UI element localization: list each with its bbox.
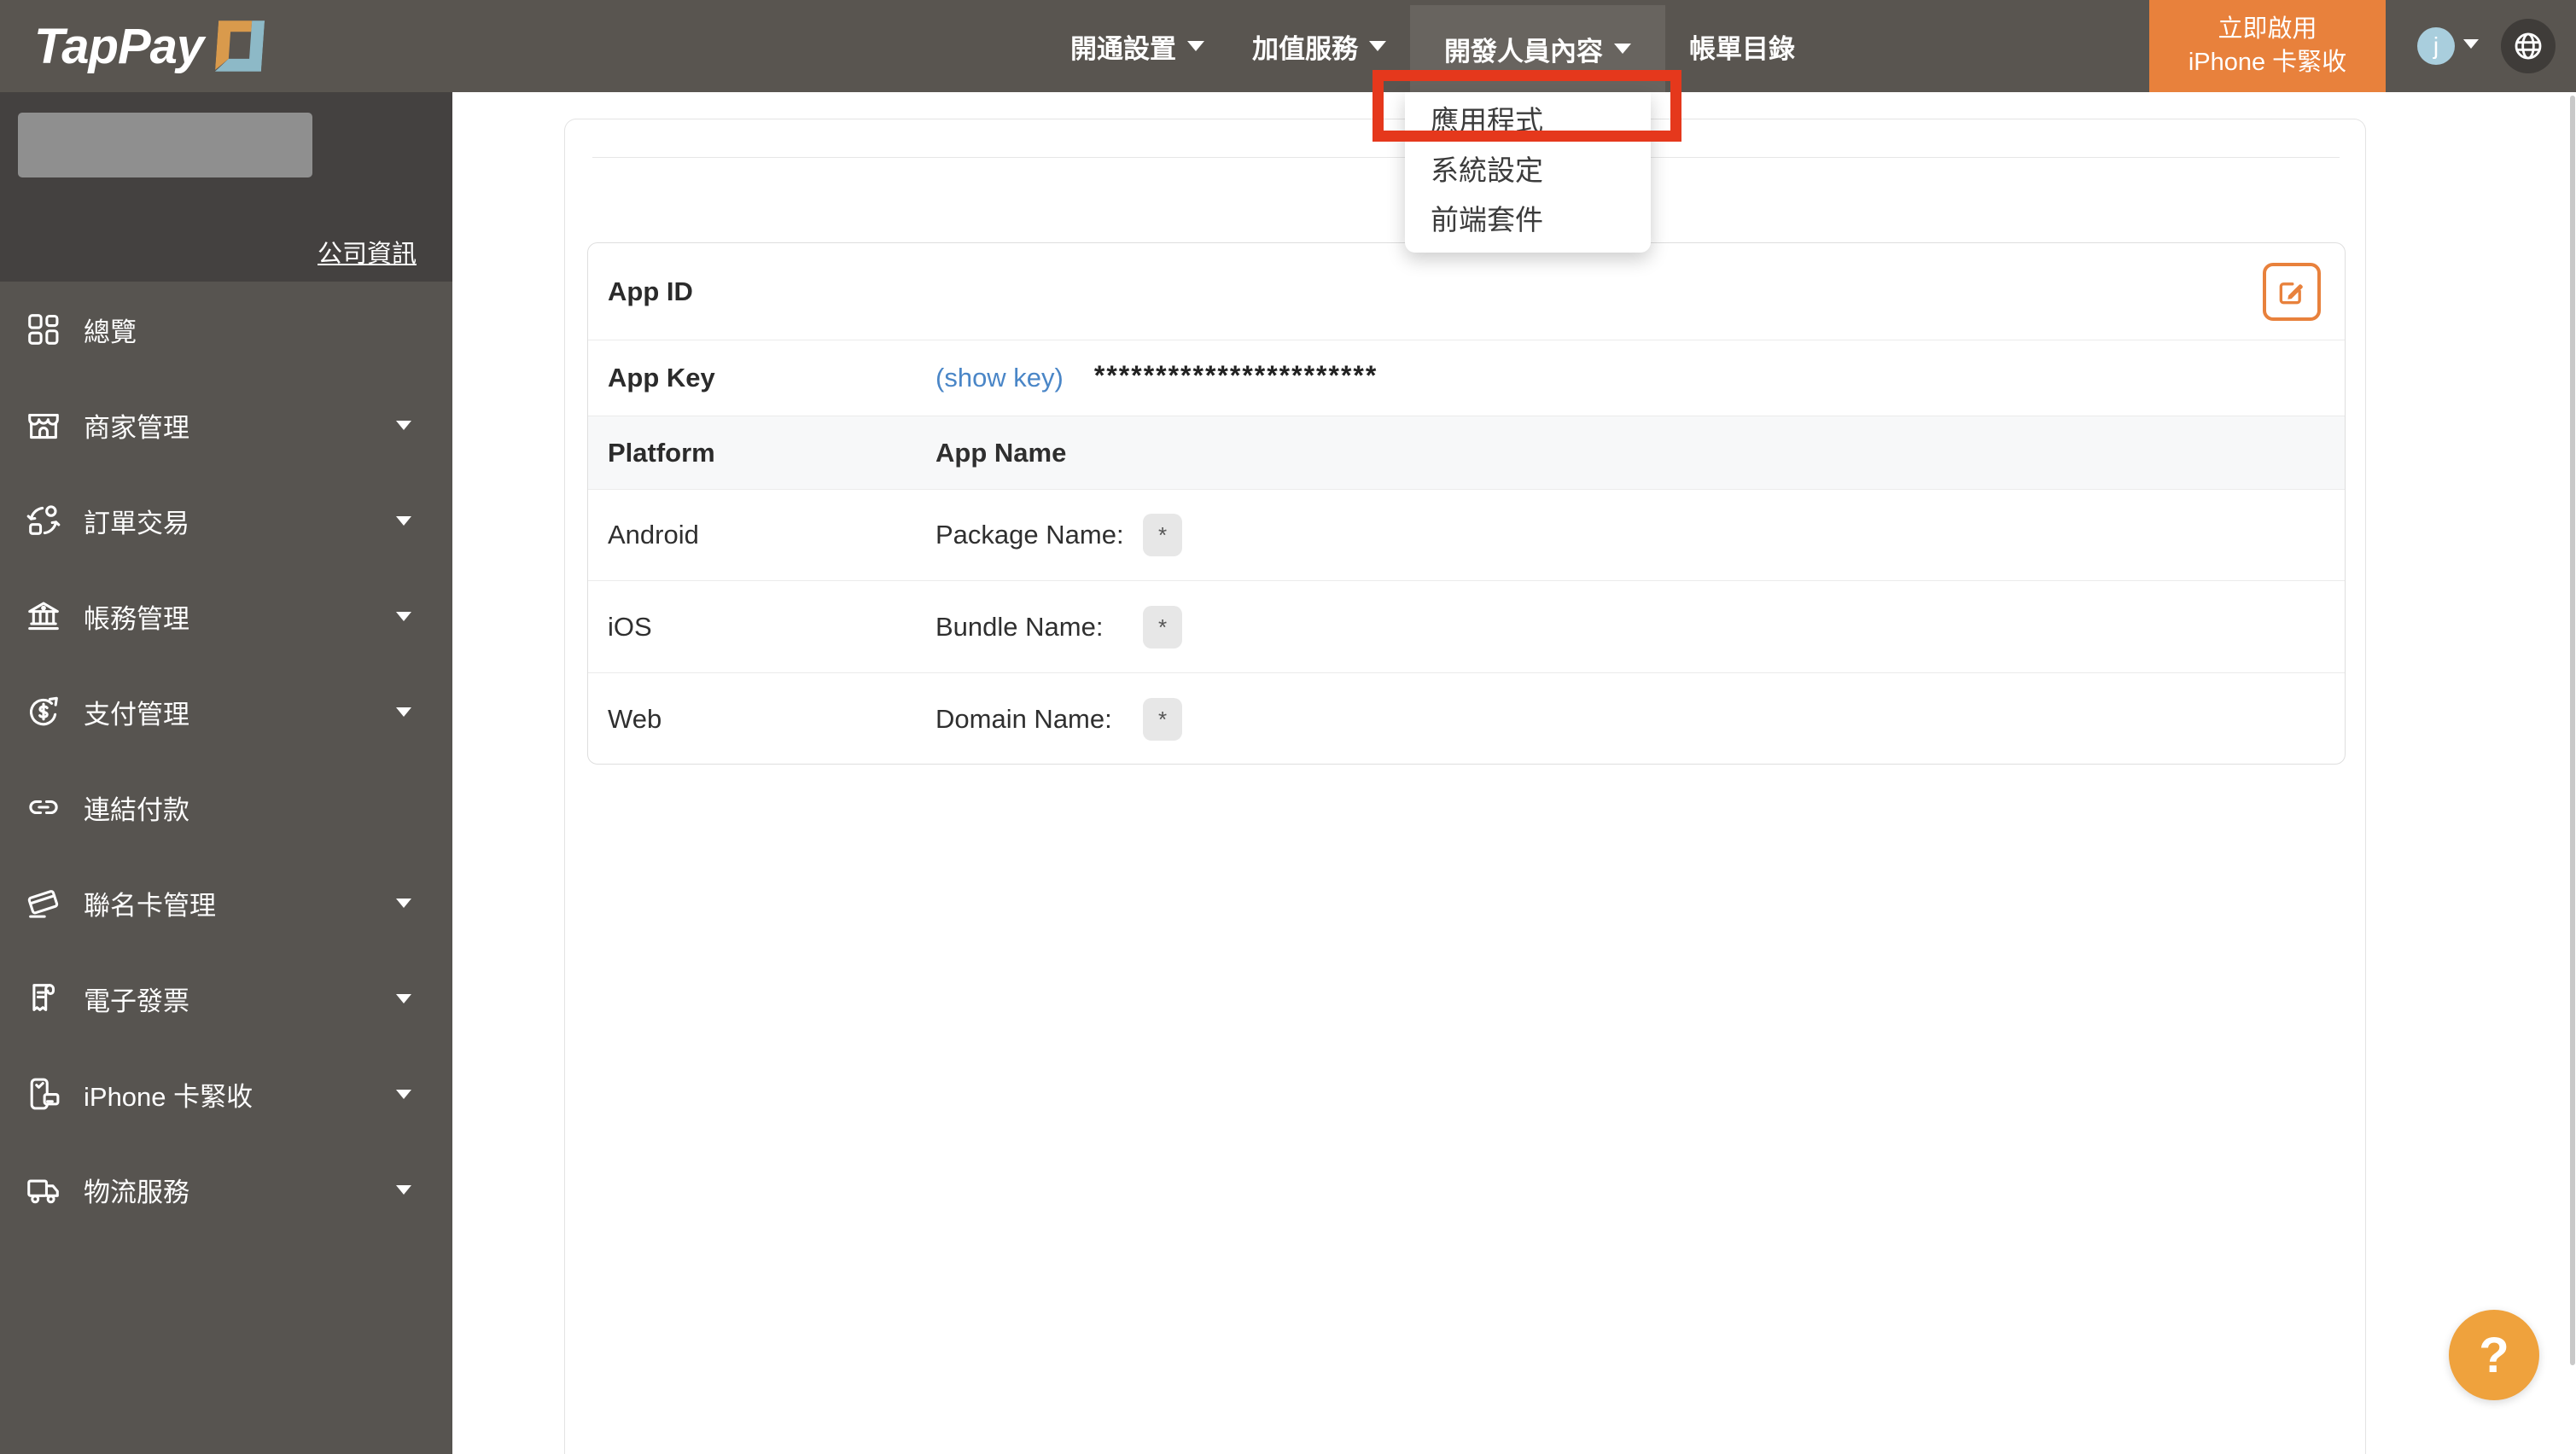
order-transactions-icon — [24, 501, 63, 540]
sidebar-item[interactable]: 物流服務 — [0, 1142, 452, 1237]
main-nav-menu: 開通設置 加值服務 開發人員內容 帳單目錄 — [1046, 0, 1819, 92]
sidebar-item[interactable]: iPhone 卡緊收 — [0, 1046, 452, 1142]
top-navbar: TapPay 開通設置 加值服務 開發人員內容 帳單目錄 立即啟用 iPhone… — [0, 0, 2576, 92]
sidebar-item[interactable]: 聯名卡管理 — [0, 855, 452, 951]
edit-app-button[interactable] — [2263, 263, 2321, 321]
dropdown-menu-item[interactable]: 應用程式 — [1405, 94, 1651, 143]
platform-row: Android Package Name: * — [588, 490, 2345, 581]
masked-value-badge: * — [1143, 514, 1182, 556]
main-panel: App ID App Key (show key) **************… — [564, 119, 2366, 1454]
chevron-down-icon — [396, 611, 411, 621]
app-key-label: App Key — [608, 363, 715, 393]
overview-grid-icon — [24, 310, 63, 349]
iphone-tap-to-pay-icon — [24, 1074, 63, 1114]
app-id-row: App ID — [588, 243, 2345, 340]
masked-value-badge: * — [1143, 605, 1182, 648]
chevron-down-icon — [396, 420, 411, 430]
redacted-company-name — [18, 113, 312, 177]
app-settings-card: App ID App Key (show key) **************… — [587, 242, 2346, 765]
edit-pencil-icon — [2279, 282, 2303, 305]
tappay-logo[interactable]: TapPay — [34, 0, 265, 92]
e-invoice-icon — [24, 979, 63, 1018]
app-key-row: App Key (show key) *********************… — [588, 340, 2345, 416]
nav-menu-item[interactable]: 開發人員內容 — [1410, 5, 1665, 92]
sidebar: 公司資訊 總覽 商家管理 訂單交易 帳務管理 支付管理 連結付款 聯名卡管理 電… — [0, 92, 452, 1454]
chevron-down-icon — [396, 993, 411, 1003]
nav-menu-item[interactable]: 帳單目錄 — [1665, 0, 1819, 92]
scrollbar-thumb[interactable] — [2570, 96, 2575, 1365]
chevron-down-icon — [396, 515, 411, 526]
logistics-truck-icon — [24, 1170, 63, 1209]
sidebar-item[interactable]: 帳務管理 — [0, 568, 452, 664]
globe-icon — [2515, 32, 2542, 60]
user-avatar[interactable]: j — [2417, 27, 2455, 65]
show-key-link[interactable]: (show key) — [935, 363, 1064, 393]
dropdown-menu-item[interactable]: 系統設定 — [1405, 143, 1651, 193]
nav-menu-item[interactable]: 開通設置 — [1046, 0, 1228, 92]
company-info-section: 公司資訊 — [0, 92, 452, 282]
field-label: Domain Name: — [935, 703, 1112, 734]
chevron-down-icon — [396, 707, 411, 717]
app-id-label: App ID — [608, 276, 693, 306]
sidebar-item[interactable]: 商家管理 — [0, 377, 452, 473]
field-label: Bundle Name: — [935, 611, 1104, 642]
table-header-row: Platform App Name — [588, 416, 2345, 490]
sidebar-item[interactable]: 支付管理 — [0, 664, 452, 759]
tappay-logo-text: TapPay — [34, 18, 204, 74]
cobranded-card-icon — [24, 883, 63, 922]
company-info-link[interactable]: 公司資訊 — [318, 234, 417, 270]
sidebar-menu: 總覽 商家管理 訂單交易 帳務管理 支付管理 連結付款 聯名卡管理 電子發票 i… — [0, 282, 452, 1237]
sidebar-item[interactable]: 連結付款 — [0, 759, 452, 855]
masked-value-badge: * — [1143, 697, 1182, 741]
chevron-down-icon — [1187, 41, 1204, 51]
field-label: Package Name: — [935, 520, 1124, 550]
dropdown-menu-item[interactable]: 前端套件 — [1405, 193, 1651, 242]
sidebar-item[interactable]: 訂單交易 — [0, 473, 452, 568]
chevron-down-icon — [396, 1184, 411, 1195]
chevron-down-icon — [1614, 44, 1631, 54]
help-button[interactable]: ? — [2449, 1310, 2539, 1400]
app-name-header: App Name — [935, 437, 1067, 468]
storefront-icon — [24, 405, 63, 445]
nav-menu-item[interactable]: 加值服務 — [1228, 0, 1410, 92]
platform-row: iOS Bundle Name: * — [588, 581, 2345, 673]
sidebar-item[interactable]: 總覽 — [0, 282, 452, 377]
developer-content-dropdown: 應用程式 系統設定 前端套件 — [1405, 92, 1651, 253]
sidebar-item[interactable]: 電子發票 — [0, 951, 452, 1046]
platform-header: Platform — [608, 437, 715, 468]
tappay-logo-mark — [215, 20, 265, 72]
bank-icon — [24, 596, 63, 636]
chevron-down-icon — [396, 1089, 411, 1099]
language-globe-button[interactable] — [2501, 19, 2556, 73]
masked-app-key: *********************** — [1093, 359, 1378, 391]
chevron-down-icon — [396, 898, 411, 908]
payment-cycle-icon — [24, 692, 63, 731]
chevron-down-icon — [1369, 41, 1386, 51]
payment-link-icon — [24, 788, 63, 827]
user-menu-chevron-down-icon[interactable] — [2463, 39, 2479, 49]
platform-row: Web Domain Name: * — [588, 673, 2345, 765]
activate-iphone-tap-to-pay-button[interactable]: 立即啟用 iPhone 卡緊收 — [2149, 0, 2386, 92]
